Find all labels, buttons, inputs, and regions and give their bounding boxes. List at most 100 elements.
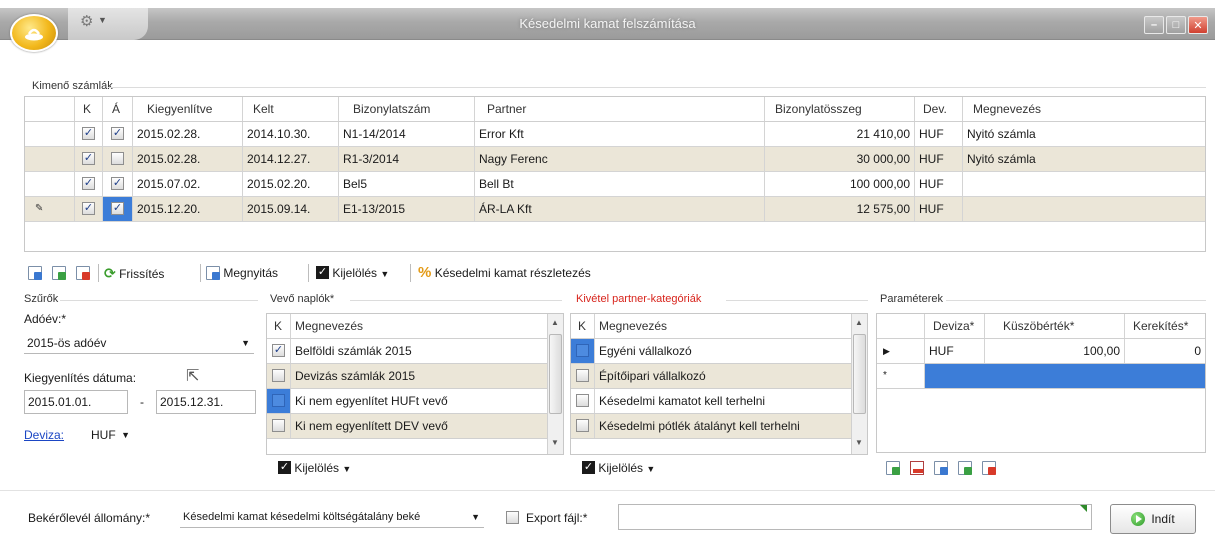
list-item[interactable]: Belföldi számlák 2015	[267, 339, 563, 364]
list-item[interactable]: Építőipari vállalkozó	[571, 364, 867, 389]
new-row[interactable]: *	[877, 364, 1205, 389]
row-k-checkbox[interactable]	[75, 122, 103, 146]
checkbox[interactable]	[82, 177, 95, 191]
checkbox[interactable]	[82, 127, 95, 141]
add-row-button[interactable]	[886, 458, 900, 478]
add-document-button[interactable]	[28, 263, 42, 283]
scroll-thumb[interactable]	[853, 334, 866, 414]
minimize-button[interactable]: –	[1144, 16, 1164, 34]
parameters-grid[interactable]: Deviza* Küszöbérték* Kerekítés* ▶ HUF 10…	[876, 313, 1206, 453]
refresh-button[interactable]: ⟳ Frissítés	[104, 263, 164, 283]
row-k-checkbox[interactable]	[75, 172, 103, 196]
tax-year-select[interactable]: 2015-ös adóév ▼	[24, 332, 254, 354]
column-header-megnevezes[interactable]: Megnevezés	[595, 314, 851, 338]
list-item[interactable]: Ki nem egyenlített DEV vevő	[267, 414, 563, 439]
table-row[interactable]: ▶ HUF 100,00 0	[877, 339, 1205, 364]
table-row[interactable]: 2015.02.28. 2014.12.27. R1-3/2014 Nagy F…	[25, 147, 1205, 172]
checkbox[interactable]	[576, 369, 589, 383]
checkbox[interactable]	[111, 152, 124, 166]
scroll-down-icon[interactable]: ▼	[855, 438, 863, 447]
list-checkbox-cell[interactable]	[267, 364, 291, 388]
export-file-field[interactable]	[618, 504, 1092, 530]
table-row[interactable]: 2015.02.28. 2014.10.30. N1-14/2014 Error…	[25, 122, 1205, 147]
list-checkbox-cell[interactable]	[571, 364, 595, 388]
exception-categories-grid[interactable]: K Megnevezés Egyéni vállalkozó Építőipar…	[570, 313, 868, 455]
checkbox[interactable]	[111, 127, 124, 141]
maximize-button[interactable]: □	[1166, 16, 1186, 34]
list-checkbox-cell[interactable]	[267, 414, 291, 438]
column-header-bizonylatosszeg[interactable]: Bizonylatösszeg	[765, 97, 915, 121]
column-header-bizonylatszam[interactable]: Bizonylatszám	[339, 97, 475, 121]
app-menu-button[interactable]	[10, 14, 58, 52]
open-row-button[interactable]	[934, 458, 948, 478]
outgoing-invoices-grid[interactable]: K Á Kiegyenlítve Kelt Bizonylatszám Part…	[24, 96, 1206, 252]
column-header-megnevezes[interactable]: Megnevezés	[291, 314, 547, 338]
column-header-kelt[interactable]: Kelt	[243, 97, 339, 121]
checkbox[interactable]	[272, 394, 285, 408]
list-item[interactable]: Késedelmi pótlék átalányt kell terhelni	[571, 414, 867, 439]
vertical-scrollbar[interactable]: ▲ ▼	[851, 314, 867, 454]
journals-select-dropdown[interactable]: Kijelölés ▼	[278, 458, 351, 478]
table-row[interactable]: ✎ 2015.12.20. 2015.09.14. E1-13/2015 ÁR-…	[25, 197, 1205, 222]
column-header-partner[interactable]: Partner	[475, 97, 765, 121]
column-header-k[interactable]: K	[571, 314, 595, 338]
exceptions-select-dropdown[interactable]: Kijelölés ▼	[582, 458, 655, 478]
checkbox[interactable]	[576, 344, 589, 358]
cell-kuszobertek[interactable]: 100,00	[985, 339, 1125, 363]
list-item[interactable]: Devizás számlák 2015	[267, 364, 563, 389]
scroll-up-icon[interactable]: ▲	[551, 318, 559, 327]
list-item[interactable]: Ki nem egyenlítet HUFt vevő	[267, 389, 563, 414]
row-k-checkbox[interactable]	[75, 147, 103, 171]
list-checkbox-cell[interactable]	[571, 339, 595, 363]
column-header-kiegyenlitve[interactable]: Kiegyenlítve	[133, 97, 243, 121]
checkbox[interactable]	[111, 177, 124, 191]
remove-row-button[interactable]	[910, 458, 924, 478]
list-checkbox-cell[interactable]	[571, 389, 595, 413]
currency-select[interactable]: HUF ▼	[88, 424, 134, 446]
start-button[interactable]: Indít	[1110, 504, 1196, 534]
close-button[interactable]: ✕	[1188, 16, 1208, 34]
scroll-up-icon[interactable]: ▲	[855, 318, 863, 327]
row-a-checkbox[interactable]	[103, 122, 133, 146]
cell-kerekites[interactable]: 0	[1125, 339, 1205, 363]
table-row[interactable]: 2015.07.02. 2015.02.20. Bel5 Bell Bt 100…	[25, 172, 1205, 197]
edit-document-button[interactable]	[52, 263, 66, 283]
scroll-down-icon[interactable]: ▼	[551, 438, 559, 447]
column-header-a[interactable]: Á	[103, 97, 133, 121]
checkbox[interactable]	[576, 419, 589, 433]
interest-details-button[interactable]: % Késedelmi kamat részletezés	[418, 263, 591, 283]
checkbox[interactable]	[272, 344, 285, 358]
column-header-kuszobertek[interactable]: Küszöbérték*	[985, 314, 1125, 338]
edit-row-button[interactable]	[958, 458, 972, 478]
list-item[interactable]: Egyéni vállalkozó	[571, 339, 867, 364]
vertical-scrollbar[interactable]: ▲ ▼	[547, 314, 563, 454]
checkbox[interactable]	[272, 419, 285, 433]
checkbox[interactable]	[576, 394, 589, 408]
date-to-field[interactable]: 2015.12.31.	[156, 390, 256, 414]
row-k-checkbox[interactable]	[75, 197, 103, 221]
column-header-k[interactable]: K	[267, 314, 291, 338]
checkbox[interactable]	[272, 369, 285, 383]
list-checkbox-cell[interactable]	[571, 414, 595, 438]
row-a-checkbox[interactable]	[103, 147, 133, 171]
list-checkbox-cell[interactable]	[267, 339, 291, 363]
row-a-checkbox[interactable]	[103, 197, 133, 221]
row-a-checkbox[interactable]	[103, 172, 133, 196]
list-item[interactable]: Késedelmi kamatot kell terhelni	[571, 389, 867, 414]
column-header-kerekites[interactable]: Kerekítés*	[1125, 314, 1205, 338]
delete-row-button[interactable]	[982, 458, 996, 478]
date-from-field[interactable]: 2015.01.01.	[24, 390, 128, 414]
list-checkbox-cell[interactable]	[267, 389, 291, 413]
column-header-dev[interactable]: Dev.	[915, 97, 963, 121]
scroll-thumb[interactable]	[549, 334, 562, 414]
export-checkbox[interactable]	[506, 511, 519, 525]
column-header-k[interactable]: K	[75, 97, 103, 121]
customer-journals-grid[interactable]: K Megnevezés Belföldi számlák 2015 Deviz…	[266, 313, 564, 455]
column-header-deviza[interactable]: Deviza*	[925, 314, 985, 338]
checkbox[interactable]	[506, 511, 519, 525]
cell-deviza[interactable]: HUF	[925, 339, 985, 363]
column-header-megnevezes[interactable]: Megnevezés	[963, 97, 1205, 121]
request-letter-select[interactable]: Késedelmi kamat késedelmi költségátalány…	[180, 506, 484, 528]
currency-link[interactable]: Deviza:	[24, 428, 64, 442]
select-dropdown-button[interactable]: Kijelölés ▼	[316, 263, 389, 283]
